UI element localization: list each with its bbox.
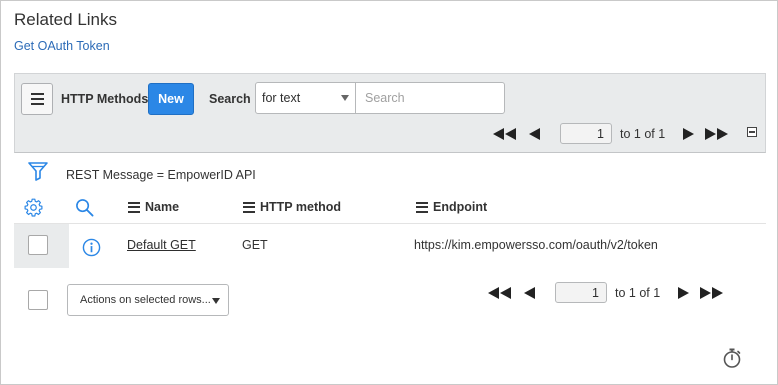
footer-pager: 1 to 1 of 1: [488, 282, 724, 303]
new-button[interactable]: New: [148, 83, 194, 115]
get-oauth-token-link[interactable]: Get OAuth Token: [14, 39, 110, 53]
page-number-input[interactable]: 1: [560, 123, 612, 144]
list-toolbar: HTTP Methods New Search for text 1 to 1 …: [14, 73, 766, 153]
row-select-cell: [14, 224, 69, 268]
page-range-text: to 1 of 1: [615, 285, 661, 300]
row-name-link[interactable]: Default GET: [127, 238, 196, 252]
column-menu-icon: [128, 201, 140, 213]
first-page-icon[interactable]: [493, 127, 517, 140]
collapse-icon[interactable]: [747, 127, 757, 137]
next-page-icon[interactable]: [678, 286, 690, 299]
row-http-method: GET: [242, 238, 268, 252]
funnel-icon[interactable]: [28, 161, 48, 184]
stopwatch-icon[interactable]: [722, 347, 742, 372]
search-label: Search: [209, 92, 251, 106]
page-number-input[interactable]: 1: [555, 282, 607, 303]
column-header-name[interactable]: Name: [128, 200, 179, 214]
prev-page-icon[interactable]: [524, 286, 535, 299]
row-checkbox[interactable]: [28, 235, 48, 255]
caret-down-icon: [212, 298, 220, 304]
info-icon[interactable]: [82, 238, 101, 260]
column-menu-icon: [416, 201, 428, 213]
row-endpoint: https://kim.empowersso.com/oauth/v2/toke…: [414, 238, 658, 252]
related-list-panel: Related Links Get OAuth Token HTTP Metho…: [0, 0, 778, 385]
search-input[interactable]: [355, 82, 505, 114]
actions-select-label: Actions on selected rows...: [80, 294, 211, 306]
next-page-icon[interactable]: [683, 127, 695, 140]
prev-page-icon[interactable]: [529, 127, 540, 140]
first-page-icon[interactable]: [488, 286, 512, 299]
table-header: Name HTTP method Endpoint: [14, 193, 766, 222]
last-page-icon[interactable]: [700, 286, 724, 299]
related-links-heading: Related Links: [14, 10, 118, 29]
list-title: HTTP Methods: [61, 92, 149, 106]
select-all-checkbox[interactable]: [28, 290, 48, 310]
list-menu-button[interactable]: [21, 83, 53, 115]
column-header-endpoint[interactable]: Endpoint: [416, 200, 487, 214]
search-field-value: for text: [262, 91, 301, 105]
column-header-http-method[interactable]: HTTP method: [243, 200, 341, 214]
caret-down-icon: [341, 95, 349, 101]
last-page-icon[interactable]: [705, 127, 729, 140]
search-field-select[interactable]: for text: [255, 82, 356, 114]
search-icon[interactable]: [75, 198, 94, 220]
gear-icon[interactable]: [24, 198, 43, 220]
page-range-text: to 1 of 1: [620, 126, 666, 141]
list-pager: 1 to 1 of 1: [493, 123, 729, 144]
actions-select[interactable]: Actions on selected rows...: [67, 284, 229, 316]
hamburger-icon: [30, 93, 44, 95]
column-menu-icon: [243, 201, 255, 213]
filter-breadcrumb[interactable]: REST Message = EmpowerID API: [66, 168, 256, 182]
table-row: Default GET GET https://kim.empowersso.c…: [14, 223, 766, 268]
